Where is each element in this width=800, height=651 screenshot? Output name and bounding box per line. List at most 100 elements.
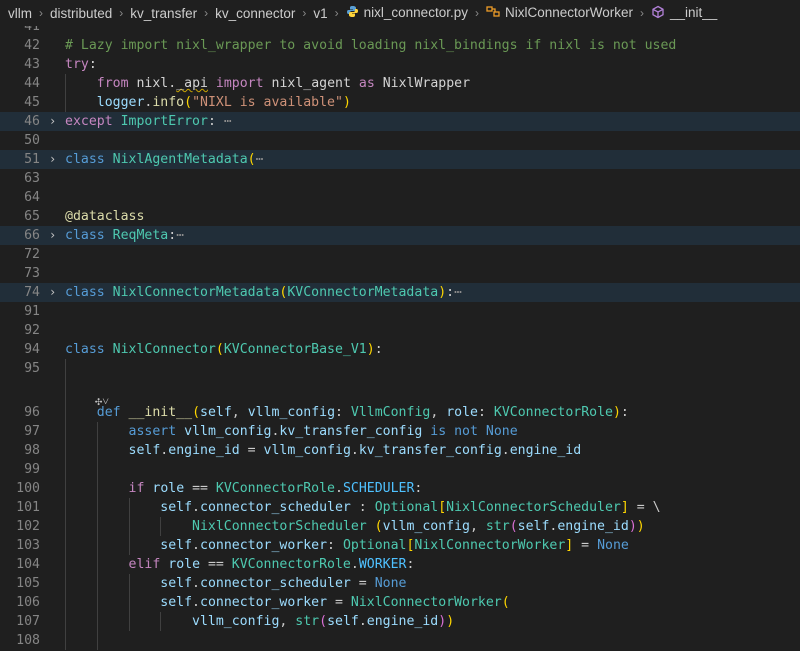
line-number: 104 [16,557,40,572]
code-token: ( [374,519,383,534]
line-number: 108 [16,633,40,648]
code-token: None [374,576,407,591]
code-token: "NIXL is available" [192,95,343,110]
code-token: = [573,538,598,553]
code-editor[interactable]: ✣˅ 41 42 # Lazy import nixl_wrapper to avo… [0,26,800,651]
code-text: self.engine_id = vllm_config.kv_transfer… [65,441,582,460]
code-line[interactable]: 64 [0,188,800,207]
breadcrumb-item[interactable]: kv_connector [213,6,297,21]
code-token: # Lazy import nixl_wrapper to avoid load… [65,38,677,53]
code-token: : [620,405,629,420]
code-line[interactable]: 107 vllm_config, str(self.engine_id)) [0,612,800,631]
breadcrumb-item[interactable]: kv_transfer [128,6,199,21]
breadcrumb-item[interactable]: distributed [48,6,114,21]
code-text: class ReqMeta:⋯ [65,226,184,245]
line-number: 41 [24,26,40,34]
code-token: . [350,557,359,572]
line-number: 102 [16,519,40,534]
breadcrumb-label: kv_connector [215,5,296,21]
code-line[interactable]: 104 elif role == KVConnectorRole.WORKER: [0,555,800,574]
code-line[interactable]: 51 › class NixlAgentMetadata(⋯ [0,150,800,169]
chevron-right-icon[interactable]: › [49,283,56,302]
code-text: class NixlAgentMetadata(⋯ [65,150,264,169]
line-number: 107 [16,614,40,629]
code-line[interactable]: 73 [0,264,800,283]
code-token: : [477,405,494,420]
code-line[interactable]: 100 if role == KVConnectorRole.SCHEDULER… [0,479,800,498]
code-line[interactable]: 101 self.connector_scheduler : Optional[… [0,498,800,517]
code-line[interactable]: 108 [0,631,800,650]
code-line[interactable]: 95 [0,359,800,378]
code-token: engine_id [366,614,439,629]
code-token: NixlAgentMetadata [112,152,248,167]
code-token: VllmConfig [350,405,431,420]
breadcrumb: vllm › distributed › kv_transfer › kv_connecto… [0,0,800,26]
code-token: self [160,595,193,610]
code-line[interactable]: 50 [0,131,800,150]
code-line[interactable]: 46 › except ImportError: ⋯ [0,112,800,131]
code-line[interactable]: 94 class NixlConnector(KVConnectorBase_V1… [0,340,800,359]
code-token: ] [620,500,629,515]
code-line[interactable]: 44 from nixl._api import nixl_agent as N… [0,74,800,93]
breadcrumb-item[interactable]: vllm [6,6,34,21]
code-line[interactable]: 72 [0,245,800,264]
code-line[interactable]: 92 [0,321,800,340]
code-token: = [327,595,351,610]
code-token: ( [192,405,201,420]
code-line[interactable]: 41 [0,26,800,36]
code-token: connector_worker [200,538,328,553]
code-line[interactable]: 102 NixlConnectorScheduler (vllm_config,… [0,517,800,536]
code-text: vllm_config, str(self.engine_id)) [65,612,454,631]
code-text: try: [65,55,97,74]
breadcrumb-item[interactable]: v1 [311,6,329,21]
code-token: , [430,405,447,420]
breadcrumb-item[interactable]: NixlConnectorWorker [484,5,635,21]
code-line[interactable]: 74 › class NixlConnectorMetadata(KVConnect… [0,283,800,302]
code-token: vllm_config [184,424,272,439]
code-line[interactable]: 99 [0,460,800,479]
chevron-right-icon[interactable]: › [49,150,56,169]
code-line[interactable]: 106 self.connector_worker = NixlConnecto… [0,593,800,612]
chevron-right-icon[interactable]: › [49,112,56,131]
breadcrumb-item[interactable]: __init__ [649,5,719,22]
code-line[interactable]: 91 [0,302,800,321]
code-line[interactable] [0,378,800,397]
code-token: = \ [628,500,661,515]
code-token: ReqMeta [112,228,169,243]
code-token: except [65,114,113,129]
code-token: : [374,342,383,357]
code-line[interactable]: 42 # Lazy import nixl_wrapper to avoid lo… [0,36,800,55]
code-token: connector_scheduler [200,576,351,591]
code-token: connector_scheduler [200,500,351,515]
code-line[interactable]: 103 self.connector_worker: Optional[Nixl… [0,536,800,555]
code-token: . [192,595,200,610]
code-token: try [65,57,89,72]
code-line[interactable]: 97 assert vllm_config.kv_transfer_config… [0,422,800,441]
code-line[interactable]: 65 @dataclass [0,207,800,226]
code-token: ) [438,614,447,629]
code-text: # Lazy import nixl_wrapper to avoid load… [65,36,676,55]
line-number: 44 [24,76,40,91]
code-token: , [279,614,296,629]
code-line[interactable]: 96 def __init__(self, vllm_config: VllmC… [0,403,800,422]
code-line[interactable]: 45 logger.info("NIXL is available") [0,93,800,112]
line-number: 43 [24,57,40,72]
code-line[interactable]: 105 self.connector_scheduler = None [0,574,800,593]
chevron-right-icon[interactable]: › [49,226,56,245]
code-line[interactable]: 98 self.engine_id = vllm_config.kv_trans… [0,441,800,460]
code-line[interactable]: 63 [0,169,800,188]
breadcrumb-item[interactable]: nixl_connector.py [344,5,470,21]
code-token: as [358,76,375,91]
code-token: , [231,405,248,420]
code-token: class [65,285,105,300]
code-token: None [597,538,629,553]
code-token: KVConnectorMetadata [287,285,439,300]
code-line[interactable]: 66 › class ReqMeta:⋯ [0,226,800,245]
code-text: from nixl._api import nixl_agent as Nixl… [65,74,470,93]
code-line[interactable]: 43 try: [0,55,800,74]
